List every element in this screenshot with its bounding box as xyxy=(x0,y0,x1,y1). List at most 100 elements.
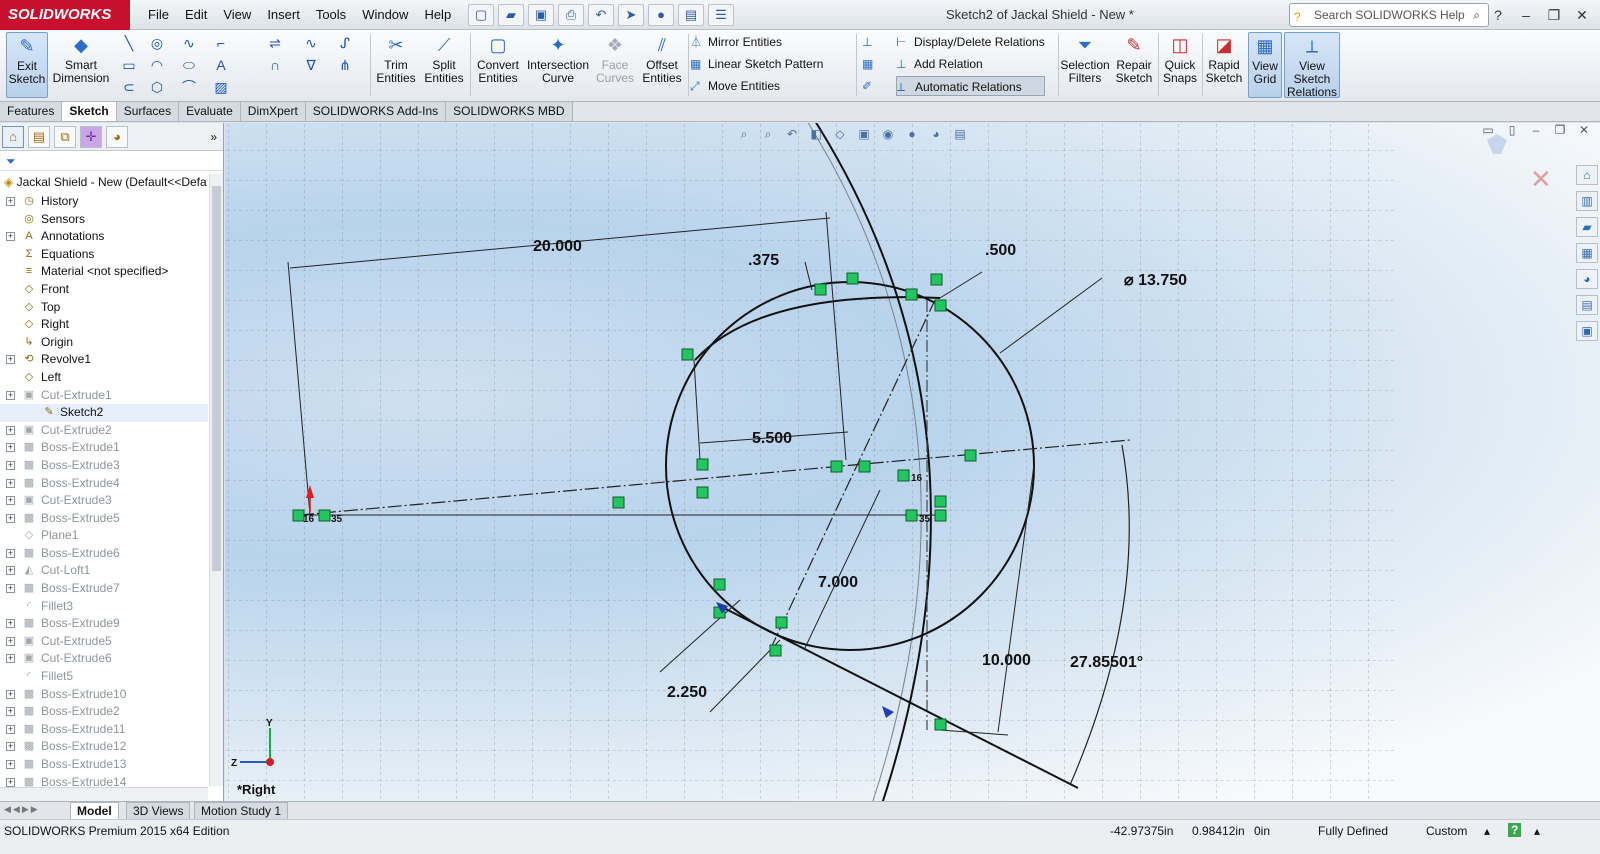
tab-model[interactable]: Model xyxy=(70,802,119,820)
tab-scroll-arrows-icon[interactable]: ◀◀▶▶ xyxy=(4,804,40,815)
tree-horizontal-scrollbar[interactable] xyxy=(0,787,208,801)
tree-item-boss-extrude11[interactable]: + ▩ Boss-Extrude11 xyxy=(0,721,208,739)
selection-filters-button[interactable]: ⏷ Selection Filters xyxy=(1060,32,1110,98)
sketch-picture-icon[interactable]: ▨ xyxy=(212,78,230,96)
forum-icon[interactable]: ▣ xyxy=(1576,321,1598,341)
tree-root-part[interactable]: ◈ Jackal Shield - New (Default<<Defa xyxy=(4,174,207,191)
tree-filter-icon[interactable]: ⏷ xyxy=(0,151,223,171)
tree-item-boss-extrude7[interactable]: + ▩ Boss-Extrude7 xyxy=(0,580,208,598)
expand-toggle-icon[interactable]: + xyxy=(6,707,15,717)
help-search-input[interactable]: ? Search SOLIDWORKS Help ⌕ xyxy=(1289,3,1489,27)
smart-dimension-button[interactable]: ◆ Smart Dimension xyxy=(52,32,110,98)
grid-snap-icon[interactable]: ⋔ xyxy=(336,56,354,74)
relation-marker[interactable] xyxy=(905,288,918,301)
tab-addins[interactable]: SOLIDWORKS Add-Ins xyxy=(305,102,447,121)
dimension-angle[interactable]: 27.85501° xyxy=(1070,654,1143,671)
intersection-curve-button[interactable]: ✦ Intersection Curve xyxy=(526,32,590,98)
split-view-icon[interactable]: ▭ xyxy=(1478,123,1498,137)
minimize-icon[interactable]: – xyxy=(1512,0,1540,30)
confirmation-corner-cancel-icon[interactable]: ✕ xyxy=(1530,164,1552,194)
relation-marker[interactable] xyxy=(905,509,918,522)
sketch-text-icon[interactable]: A xyxy=(212,56,230,74)
expand-toggle-icon[interactable]: + xyxy=(6,443,15,453)
face-curves-button[interactable]: ❖ Face Curves xyxy=(594,32,636,98)
expand-toggle-icon[interactable]: + xyxy=(6,777,15,787)
tree-item-cut-extrude3[interactable]: + ▣ Cut-Extrude3 xyxy=(0,492,208,510)
tree-item-cut-extrude1[interactable]: + ▣ Cut-Extrude1 xyxy=(0,387,208,405)
expand-toggle-icon[interactable]: + xyxy=(6,197,15,206)
tree-item-origin[interactable]: ↳ Origin xyxy=(0,334,208,352)
tree-item-boss-extrude5[interactable]: + ▩ Boss-Extrude5 xyxy=(0,510,208,528)
tree-item-boss-extrude12[interactable]: + ▩ Boss-Extrude12 xyxy=(0,738,208,756)
expand-toggle-icon[interactable]: + xyxy=(6,636,15,646)
tree-item-boss-extrude10[interactable]: + ▩ Boss-Extrude10 xyxy=(0,686,208,704)
expand-toggle-icon[interactable]: + xyxy=(6,478,15,488)
property-manager-tab-icon[interactable]: ▤ xyxy=(28,125,50,148)
relation-marker[interactable] xyxy=(934,299,947,312)
previous-view-icon[interactable]: ↶ xyxy=(783,125,801,143)
relation-marker[interactable] xyxy=(858,460,871,473)
status-units[interactable]: Custom xyxy=(1426,824,1467,838)
tree-item-boss-extrude2[interactable]: + ▩ Boss-Extrude2 xyxy=(0,703,208,721)
tree-item-annotations[interactable]: + A Annotations xyxy=(0,228,208,246)
display-style-icon[interactable]: ▣ xyxy=(855,125,873,143)
file-explorer-icon[interactable]: ▰ xyxy=(1576,217,1598,237)
tree-item-top[interactable]: ◇ Top xyxy=(0,299,208,317)
tile-view-icon[interactable]: ▯ xyxy=(1502,123,1522,137)
tab-evaluate[interactable]: Evaluate xyxy=(179,102,241,121)
tree-item-revolve1[interactable]: + ⟲ Revolve1 xyxy=(0,351,208,369)
offset-entities-button[interactable]: ⫽ Offset Entities xyxy=(640,32,684,98)
sketch-tools-button[interactable]: ✐ xyxy=(862,76,880,96)
tree-item-equations[interactable]: Σ Equations xyxy=(0,246,208,264)
status-help-icon[interactable]: ? xyxy=(1508,823,1522,837)
menu-tools[interactable]: Tools xyxy=(308,0,354,30)
tree-scroll-thumb[interactable] xyxy=(212,186,221,571)
hide-show-items-icon[interactable]: ◉ xyxy=(879,125,897,143)
design-library-icon[interactable]: ▥ xyxy=(1576,191,1598,211)
relation-marker[interactable] xyxy=(775,616,788,629)
dimension-500[interactable]: .500 xyxy=(985,242,1016,259)
relation-marker[interactable] xyxy=(696,458,709,471)
menu-window[interactable]: Window xyxy=(354,0,416,30)
graphics-restore-icon[interactable]: ❐ xyxy=(1550,123,1570,137)
display-delete-relations-button[interactable]: ⊢ Display/Delete Relations xyxy=(896,32,1045,52)
feature-manager-tab-icon[interactable]: ⌂ xyxy=(2,125,24,148)
view-orientation-icon[interactable]: ◇ xyxy=(831,125,849,143)
dimension-7000[interactable]: 7.000 xyxy=(818,574,858,591)
tree-item-cut-extrude2[interactable]: + ▣ Cut-Extrude2 xyxy=(0,422,208,440)
configuration-manager-tab-icon[interactable]: ⧉ xyxy=(54,125,76,148)
relation-marker[interactable] xyxy=(696,486,709,499)
move-entities-button[interactable]: ⤢ Move Entities xyxy=(690,76,780,96)
relation-marker[interactable] xyxy=(612,496,625,509)
tab-dimxpert[interactable]: DimXpert xyxy=(240,102,306,121)
graphics-minimize-icon[interactable]: – xyxy=(1526,123,1546,137)
undo-icon[interactable]: ↶ xyxy=(588,4,614,26)
relation-marker[interactable] xyxy=(934,495,947,508)
tab-surfaces[interactable]: Surfaces xyxy=(116,102,180,121)
expand-toggle-icon[interactable]: + xyxy=(6,654,15,664)
tree-item-boss-extrude9[interactable]: + ▩ Boss-Extrude9 xyxy=(0,615,208,633)
view-palette-icon[interactable]: ▦ xyxy=(1576,243,1598,263)
relation-marker[interactable] xyxy=(934,718,947,731)
view-settings-icon[interactable]: ▤ xyxy=(951,125,969,143)
polygon-icon[interactable]: ⬡ xyxy=(148,78,166,96)
relation-marker[interactable] xyxy=(318,509,331,522)
expand-toggle-icon[interactable]: + xyxy=(6,513,15,523)
tree-item-fillet5[interactable]: ◜ Fillet5 xyxy=(0,668,208,686)
menu-view[interactable]: View xyxy=(215,0,259,30)
tree-item-boss-extrude4[interactable]: + ▩ Boss-Extrude4 xyxy=(0,475,208,493)
search-icon[interactable]: ⌕ xyxy=(1473,4,1480,26)
menu-insert[interactable]: Insert xyxy=(259,0,308,30)
expand-toggle-icon[interactable]: + xyxy=(6,584,15,594)
edit-appearance-icon[interactable]: ● xyxy=(903,125,921,143)
construction-icon[interactable]: ᔑ xyxy=(336,34,354,52)
expand-toggle-icon[interactable]: + xyxy=(6,390,15,400)
spline-icon[interactable]: ∿ xyxy=(180,34,198,52)
tree-item-left[interactable]: ◇ Left xyxy=(0,369,208,387)
dimension-5500[interactable]: 5.500 xyxy=(752,430,792,447)
zoom-to-area-icon[interactable]: ⌕ xyxy=(759,125,777,143)
view-sketch-relations-button[interactable]: ⟂ View Sketch Relations xyxy=(1284,32,1340,99)
centerline-icon[interactable]: ⇌ xyxy=(266,34,284,52)
zoom-to-fit-icon[interactable]: ⌕ xyxy=(735,125,753,143)
relation-marker[interactable] xyxy=(964,449,977,462)
